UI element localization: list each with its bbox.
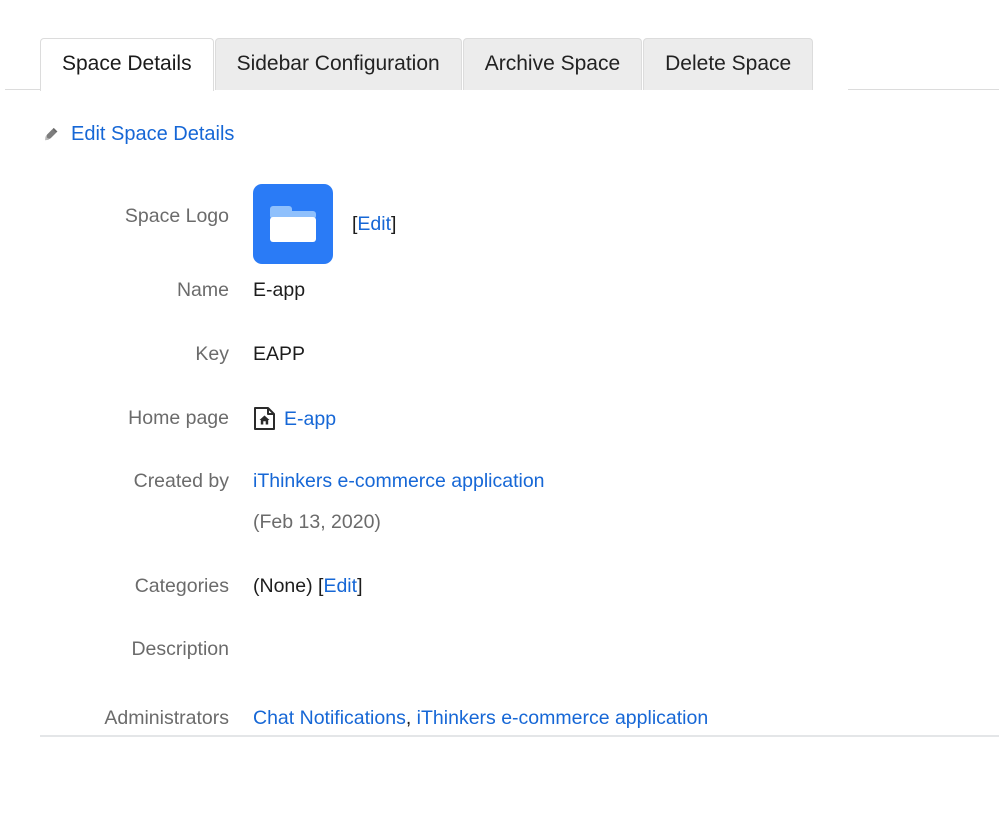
tab-delete-space[interactable]: Delete Space (643, 38, 814, 90)
tab-sidebar-configuration[interactable]: Sidebar Configuration (214, 38, 462, 90)
created-by-user-link[interactable]: iThinkers e-commerce application (253, 470, 545, 492)
tab-strip-right-rule (848, 89, 999, 90)
value-name: E-app (253, 279, 306, 301)
table-row-created-by: Created by iThinkers e-commerce applicat… (0, 431, 708, 534)
tab-archive-space[interactable]: Archive Space (462, 38, 643, 90)
label-home-page: Home page (128, 407, 229, 429)
table-row-administrators: Administrators Chat Notifications, iThin… (0, 667, 708, 730)
tab-strip-left-rule (5, 89, 40, 90)
value-space-logo: [Edit] (253, 176, 708, 264)
label-key: Key (195, 343, 229, 365)
created-by-date: (Feb 13, 2020) (253, 511, 381, 533)
bracket-close: ] (357, 575, 363, 597)
value-administrators: Chat Notifications, iThinkers e-commerce… (253, 667, 708, 730)
pencil-icon (40, 123, 62, 145)
tab-strip: Space Details Sidebar Configuration Arch… (0, 38, 999, 91)
label-description: Description (131, 638, 229, 660)
home-page-link[interactable]: E-app (284, 407, 336, 431)
table-row-categories: Categories (None) [Edit] (0, 534, 708, 598)
table-row-description: Description (0, 598, 708, 667)
label-administrators: Administrators (104, 707, 229, 729)
space-details-table: Space Logo [Edit] Name E-app Key EAPP Ho… (0, 176, 708, 730)
tab-space-details[interactable]: Space Details (40, 38, 214, 91)
space-logo-edit-wrapper: [Edit] (352, 212, 396, 236)
value-key: EAPP (253, 343, 306, 365)
table-row-home-page: Home page E-app (0, 366, 708, 431)
page-home-icon (253, 406, 276, 431)
categories-edit-link[interactable]: Edit (323, 575, 357, 597)
label-space-logo: Space Logo (124, 205, 229, 227)
value-categories: (None) [Edit] (253, 534, 708, 598)
bracket-close: ] (391, 213, 397, 235)
administrator-link-2[interactable]: iThinkers e-commerce application (417, 707, 709, 729)
label-name: Name (176, 279, 229, 301)
bottom-divider (40, 735, 999, 737)
value-description (253, 598, 708, 667)
table-row-key: Key EAPP (0, 302, 708, 366)
label-categories: Categories (134, 575, 229, 597)
administrator-link-1[interactable]: Chat Notifications (253, 707, 406, 729)
administrators-separator: , (405, 707, 412, 729)
space-logo-edit-link[interactable]: Edit (357, 213, 391, 235)
label-created-by: Created by (133, 470, 229, 492)
edit-space-details-row: Edit Space Details (40, 121, 999, 147)
value-created-by: iThinkers e-commerce application (Feb 13… (253, 431, 708, 534)
space-logo-image (253, 184, 333, 264)
tab-list: Space Details Sidebar Configuration Arch… (40, 38, 814, 91)
value-home-page: E-app (253, 366, 708, 431)
folder-icon (270, 206, 316, 242)
categories-value: (None) (253, 575, 313, 597)
table-row-name: Name E-app (0, 264, 708, 302)
table-row-space-logo: Space Logo [Edit] (0, 176, 708, 264)
edit-space-details-link[interactable]: Edit Space Details (71, 121, 234, 147)
